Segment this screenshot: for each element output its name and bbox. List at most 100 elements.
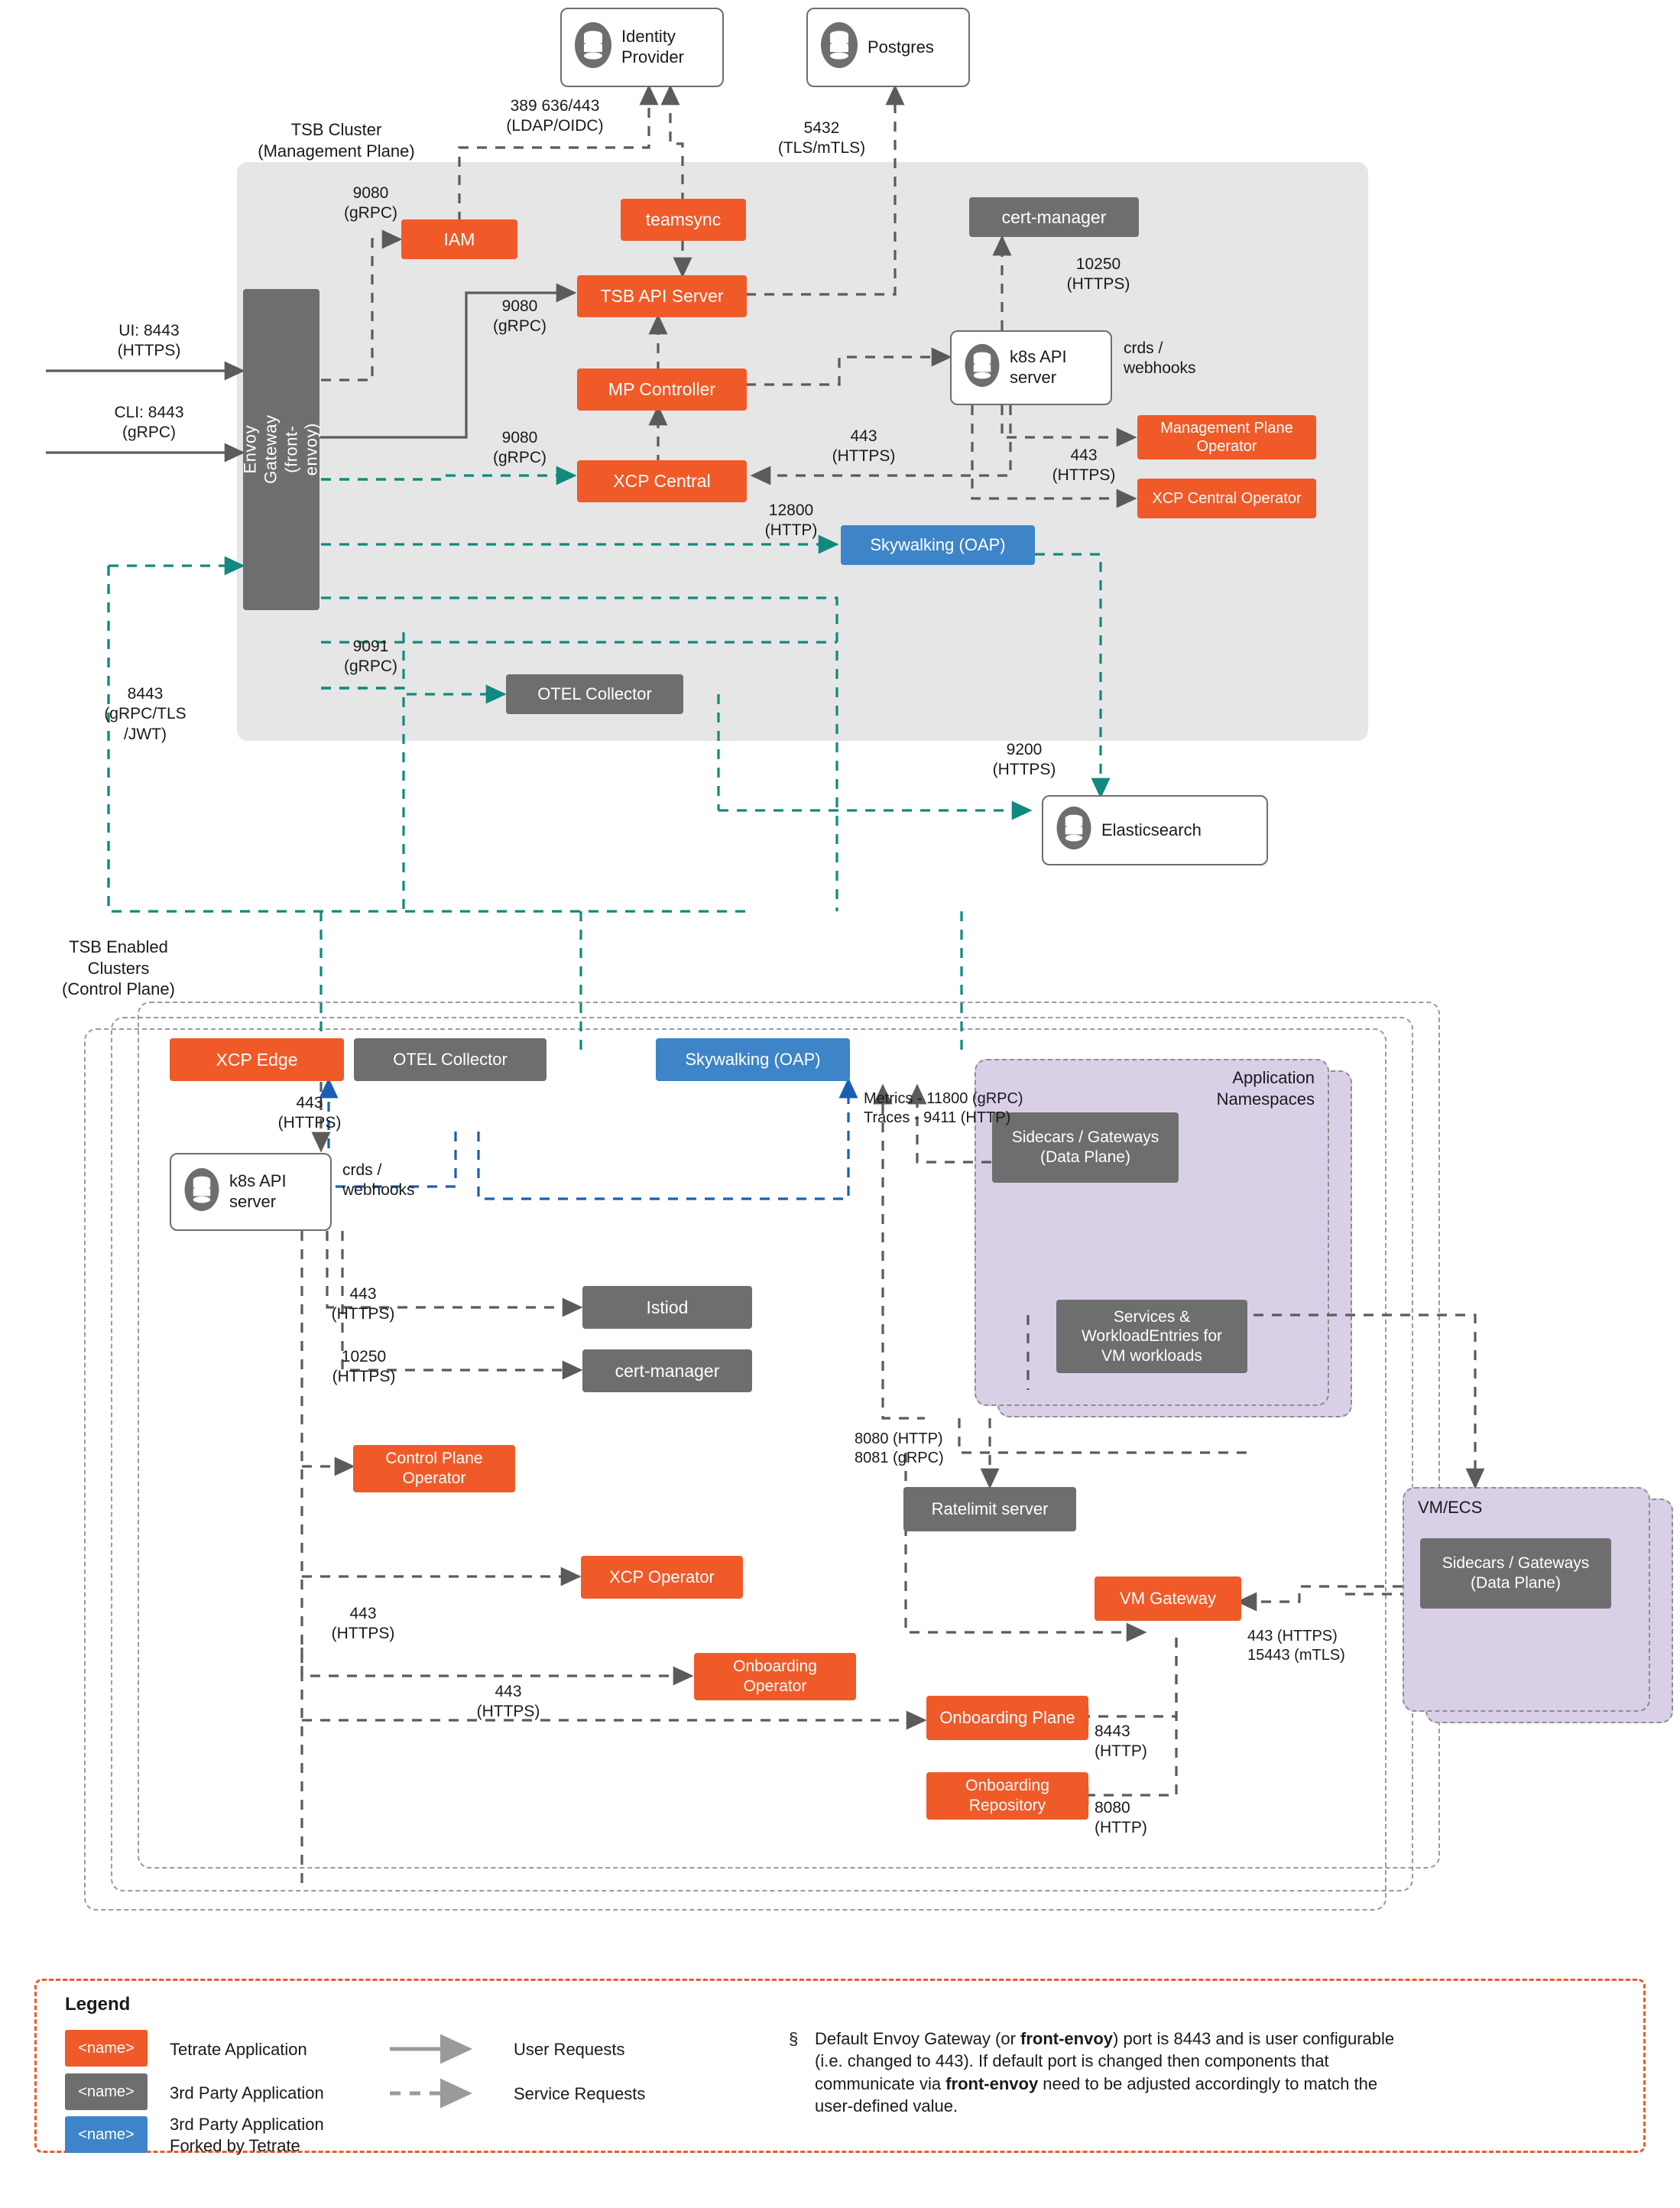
mgmt-skywalking-label: Skywalking (OAP) xyxy=(870,534,1006,554)
port-iam-9080: 9080 (gRPC) xyxy=(343,184,397,222)
database-icon xyxy=(183,1167,220,1217)
legend-note-part1: Default Envoy Gateway (or xyxy=(815,2029,1021,2048)
database-icon xyxy=(574,21,612,74)
vm-ecs-label: VM/ECS xyxy=(1418,1498,1483,1517)
legend-note-bold1: front-envoy xyxy=(1020,2029,1114,2048)
management-plane-group-label: TSB Cluster (Management Plane) xyxy=(258,120,415,161)
port-otel-9091: 9091 (gRPC) xyxy=(343,638,397,676)
vm-sidecars-gateways-node[interactable]: Sidecars / Gateways (Data Plane) xyxy=(1420,1538,1611,1609)
management-plane-operator-label: Management Plane Operator xyxy=(1160,419,1293,455)
xcp-operator-node[interactable]: XCP Operator xyxy=(581,1556,743,1599)
control-plane-operator-node[interactable]: Control Plane Operator xyxy=(353,1445,515,1492)
port-cp-certmanager-10250: 10250 (HTTPS) xyxy=(332,1348,396,1386)
mgmt-otel-collector-label: OTEL Collector xyxy=(537,684,652,703)
port-onboarding-plane-8443: 8443 (HTTP) xyxy=(1095,1723,1147,1761)
architecture-diagram: Identity Provider Postgres Elasticsearch… xyxy=(0,0,1680,2208)
legend-swatch-placeholder: <name> xyxy=(78,2125,135,2143)
port-xcp-9080: 9080 (gRPC) xyxy=(492,429,546,467)
legend-swatch-forked: <name> xyxy=(65,2116,148,2153)
elasticsearch-node[interactable]: Elasticsearch xyxy=(1042,795,1268,865)
xcp-central-operator-label: XCP Central Operator xyxy=(1152,489,1302,507)
tsb-api-server-node[interactable]: TSB API Server xyxy=(577,275,747,317)
database-icon xyxy=(964,343,1001,393)
port-ldap-oidc: 389 636/443 (LDAP/OIDC) xyxy=(506,97,604,135)
legend-label-service-requests: Service Requests xyxy=(514,2084,646,2103)
teamsync-node[interactable]: teamsync xyxy=(621,199,746,241)
port-istiod-443: 443 (HTTPS) xyxy=(331,1285,395,1323)
port-cli-8443: CLI: 8443 (gRPC) xyxy=(114,404,184,442)
istiod-node[interactable]: Istiod xyxy=(582,1286,752,1329)
xcp-operator-label: XCP Operator xyxy=(609,1567,715,1586)
onboarding-operator-node[interactable]: Onboarding Operator xyxy=(694,1653,856,1700)
iam-label: IAM xyxy=(443,229,475,249)
services-workloadentries-label: Services & WorkloadEntries for VM worklo… xyxy=(1081,1307,1223,1365)
port-metrics-traces: Metrics - 11800 (gRPC) Traces - 9411 (HT… xyxy=(864,1090,1023,1126)
legend-label-thirdparty: 3rd Party Application xyxy=(170,2083,324,2102)
legend-title: Legend xyxy=(65,1994,131,2015)
vm-gateway-label: VM Gateway xyxy=(1120,1588,1216,1608)
mp-controller-label: MP Controller xyxy=(608,379,716,400)
mgmt-cert-manager-label: cert-manager xyxy=(1001,206,1107,227)
port-xcpedge-443: 443 (HTTPS) xyxy=(277,1094,342,1132)
mgmt-skywalking-node[interactable]: Skywalking (OAP) xyxy=(841,525,1035,565)
onboarding-plane-node[interactable]: Onboarding Plane xyxy=(926,1696,1088,1740)
envoy-gateway-node[interactable]: Envoy Gateway (front-envoy) xyxy=(240,289,321,610)
legend-arrow-icons xyxy=(390,2034,473,2109)
legend-swatch-tetrate: <name> xyxy=(65,2030,148,2067)
onboarding-operator-label: Onboarding Operator xyxy=(733,1658,817,1695)
xcp-edge-node[interactable]: XCP Edge xyxy=(170,1038,344,1081)
services-workloadentries-node[interactable]: Services & WorkloadEntries for VM worklo… xyxy=(1056,1300,1247,1373)
port-elasticsearch-9200: 9200 (HTTPS) xyxy=(992,741,1056,779)
legend-label-forked: 3rd Party Application Forked by Tetrate xyxy=(170,2115,324,2155)
port-onboarding-repo-8080: 8080 (HTTP) xyxy=(1095,1799,1147,1837)
envoy-gateway-label: Envoy Gateway (front-envoy) xyxy=(240,414,321,485)
identity-provider-node[interactable]: Identity Provider xyxy=(560,8,724,87)
control-plane-group-label: TSB Enabled Clusters (Control Plane) xyxy=(62,937,175,998)
port-postgres-5432: 5432 (TLS/mTLS) xyxy=(777,119,866,157)
port-onboarding-443: 443 (HTTPS) xyxy=(476,1683,540,1721)
xcp-central-node[interactable]: XCP Central xyxy=(577,460,747,502)
iam-node[interactable]: IAM xyxy=(401,219,517,259)
istiod-label: Istiod xyxy=(646,1297,689,1317)
mgmt-crds-webhooks-label: crds / webhooks xyxy=(1124,339,1196,378)
management-plane-operator-node[interactable]: Management Plane Operator xyxy=(1137,415,1316,459)
port-front-envoy-8443: 8443 (gRPC/TLS /JWT) xyxy=(104,685,186,743)
onboarding-plane-label: Onboarding Plane xyxy=(939,1707,1075,1727)
xcp-central-label: XCP Central xyxy=(613,471,711,492)
port-ratelimit: 8080 (HTTP) 8081 (gRPC) xyxy=(855,1430,944,1466)
cp-k8s-api-server-label: k8s API server xyxy=(229,1171,287,1211)
xcp-edge-label: XCP Edge xyxy=(216,1049,298,1070)
vm-gateway-node[interactable]: VM Gateway xyxy=(1095,1576,1241,1621)
application-namespaces-label: Application Namespaces xyxy=(1216,1068,1315,1109)
xcp-central-operator-node[interactable]: XCP Central Operator xyxy=(1137,479,1316,518)
cp-skywalking-node[interactable]: Skywalking (OAP) xyxy=(656,1038,850,1081)
cp-cert-manager-node[interactable]: cert-manager xyxy=(582,1349,752,1392)
cp-k8s-api-server-node[interactable]: k8s API server xyxy=(170,1153,332,1231)
control-plane-operator-label: Control Plane Operator xyxy=(385,1450,483,1487)
legend-label-tetrate: Tetrate Application xyxy=(170,2040,307,2059)
identity-provider-label: Identity Provider xyxy=(621,27,684,67)
onboarding-repository-node[interactable]: Onboarding Repository xyxy=(926,1772,1088,1820)
ratelimit-server-node[interactable]: Ratelimit server xyxy=(903,1487,1076,1531)
database-icon xyxy=(820,21,858,74)
legend-swatch-thirdparty: <name> xyxy=(65,2073,148,2110)
mgmt-otel-collector-node[interactable]: OTEL Collector xyxy=(506,674,683,714)
legend-note-text: Default Envoy Gateway (or front-envoy) p… xyxy=(815,2028,1403,2117)
legend-swatch-placeholder: <name> xyxy=(78,2039,135,2057)
cp-otel-collector-label: OTEL Collector xyxy=(393,1049,508,1069)
ratelimit-server-label: Ratelimit server xyxy=(931,1499,1049,1518)
legend-label-user-requests: User Requests xyxy=(514,2040,625,2059)
mgmt-cert-manager-node[interactable]: cert-manager xyxy=(969,197,1139,237)
port-vmgateway: 443 (HTTPS) 15443 (mTLS) xyxy=(1247,1628,1345,1664)
cp-otel-collector-node[interactable]: OTEL Collector xyxy=(354,1038,546,1081)
mgmt-k8s-api-server-node[interactable]: k8s API server xyxy=(950,330,1112,405)
mp-controller-node[interactable]: MP Controller xyxy=(577,369,747,411)
database-icon xyxy=(1056,806,1092,856)
app-sidecars-gateways-label: Sidecars / Gateways (Data Plane) xyxy=(1011,1128,1159,1166)
legend-swatch-placeholder: <name> xyxy=(78,2083,135,2100)
cp-skywalking-label: Skywalking (OAP) xyxy=(685,1049,821,1069)
port-xcpcentral-443: 443 (HTTPS) xyxy=(832,427,896,466)
legend-note-bold2: front-envoy xyxy=(945,2073,1039,2093)
port-ui-8443: UI: 8443 (HTTPS) xyxy=(117,322,181,360)
postgres-node[interactable]: Postgres xyxy=(806,8,970,87)
